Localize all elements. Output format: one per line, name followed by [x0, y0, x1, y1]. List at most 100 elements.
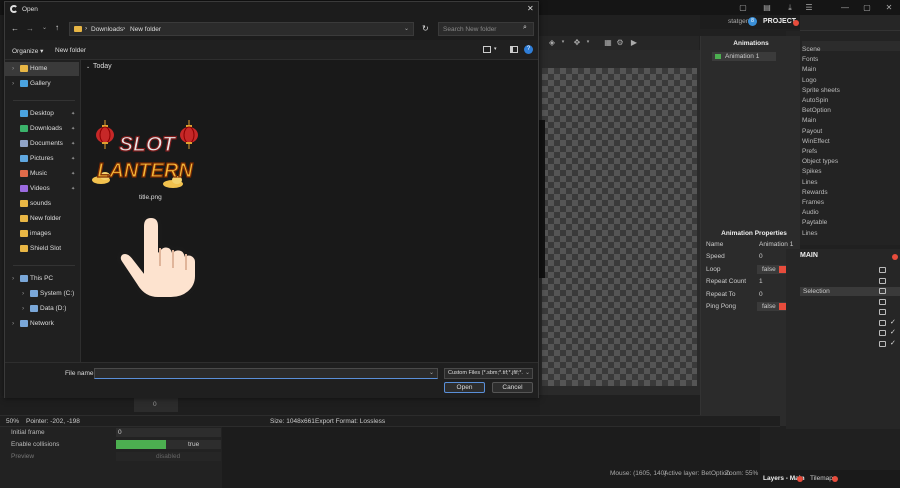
up-icon[interactable]: ↑ [55, 23, 59, 32]
object-property-field[interactable]: disabled [116, 452, 221, 461]
layer-lock-icon[interactable] [879, 288, 886, 294]
layer-lock-icon[interactable] [879, 267, 886, 273]
property-value[interactable]: false [762, 303, 776, 310]
nav-item-system-c[interactable]: › System (C:) [5, 287, 79, 301]
object-property-field[interactable]: true [116, 440, 221, 449]
project-close-dot[interactable] [793, 20, 799, 26]
organize-button[interactable]: Organize ▾ [12, 47, 43, 55]
project-item[interactable]: Payout [802, 128, 822, 135]
project-item[interactable]: Audio [802, 209, 819, 216]
download-icon[interactable]: ⤓ [785, 3, 795, 12]
layer-visible-check-icon[interactable]: ✓ [890, 318, 896, 326]
nav-item-music[interactable]: Music ✦ [5, 167, 79, 181]
minimize-icon[interactable]: — [840, 3, 850, 12]
nav-item-images[interactable]: images [5, 227, 79, 241]
pin-icon[interactable]: ✦ [71, 182, 75, 196]
layer-lock-icon[interactable] [879, 309, 886, 315]
property-value[interactable]: Animation 1 [759, 241, 793, 248]
dialog-close-icon[interactable]: ✕ [527, 4, 534, 13]
property-value[interactable]: 0 [759, 291, 763, 298]
breadcrumb[interactable]: › Downloads › New folder ⌄ [69, 22, 414, 36]
maximize-icon[interactable]: ▢ [862, 3, 872, 12]
layer-visible-check-icon[interactable]: ✓ [890, 328, 896, 336]
nav-item-pictures[interactable]: Pictures ✦ [5, 152, 79, 166]
group-collapse-icon[interactable]: ⌄ [86, 64, 90, 70]
file-name-dropdown-icon[interactable]: ⌄ [429, 369, 434, 376]
pin-icon[interactable]: ✦ [71, 167, 75, 181]
layer-lock-icon[interactable] [879, 298, 886, 305]
object-property-field[interactable]: 0 [116, 428, 221, 437]
settings-icon[interactable]: ⚙ [615, 38, 625, 47]
nav-item-this-pc[interactable]: › This PC [5, 272, 79, 286]
nav-item-desktop[interactable]: Desktop ✦ [5, 107, 79, 121]
nav-item-new-folder[interactable]: New folder [5, 212, 79, 226]
project-item[interactable]: Sprite sheets [802, 87, 840, 94]
project-item[interactable]: Logo [802, 77, 816, 84]
file-name[interactable]: title.png [139, 194, 162, 201]
forward-icon[interactable]: → [26, 24, 34, 33]
property-value[interactable]: false [762, 266, 776, 273]
nav-item-downloads[interactable]: Downloads ✦ [5, 122, 79, 136]
view-icon[interactable] [483, 46, 491, 53]
pin-icon[interactable]: ✦ [71, 122, 75, 136]
layer-visible-check-icon[interactable]: ✓ [890, 339, 896, 347]
file-type-dropdown-icon[interactable]: ⌄ [525, 369, 530, 376]
layer-lock-icon[interactable] [879, 330, 886, 336]
project-tab[interactable]: PROJECT [763, 18, 796, 25]
nav-item-videos[interactable]: Videos ✦ [5, 182, 79, 196]
lock-icon[interactable]: ▢ [738, 3, 748, 12]
project-item[interactable]: WinEffect [802, 138, 830, 145]
nav-item-network[interactable]: › Network [5, 317, 79, 331]
small-value-box[interactable]: 0 [134, 398, 178, 412]
project-item[interactable]: Main [802, 117, 816, 124]
project-item[interactable]: Object types [802, 158, 838, 165]
property-value[interactable]: 0 [759, 253, 763, 260]
nav-item-documents[interactable]: Documents ✦ [5, 137, 79, 151]
chevron-down-icon[interactable]: ▾ [558, 38, 568, 47]
nav-expand-icon[interactable]: › [12, 317, 14, 331]
project-item[interactable]: Rewards [802, 189, 828, 196]
nav-expand-icon[interactable]: › [12, 62, 14, 76]
project-item[interactable]: AutoSpin [802, 97, 828, 104]
nav-expand-icon[interactable]: › [22, 302, 24, 316]
project-item[interactable]: Fonts [802, 56, 818, 63]
layer-lock-icon[interactable] [879, 277, 886, 284]
chevron-down-icon[interactable]: ⌄ [42, 24, 47, 31]
tab-layers-dot[interactable] [797, 476, 803, 482]
tab-tilemap-dot[interactable] [832, 476, 838, 482]
layer-lock-icon[interactable] [879, 340, 886, 347]
breadcrumb-downloads[interactable]: Downloads [91, 26, 123, 33]
nav-expand-icon[interactable]: › [12, 272, 14, 286]
project-item[interactable]: Prefs [802, 148, 817, 155]
layers-icon[interactable]: ◈ [547, 38, 557, 47]
layers-close-dot[interactable] [892, 254, 898, 260]
project-item[interactable]: Paytable [802, 219, 827, 226]
refresh-icon[interactable]: ↻ [422, 24, 429, 33]
nav-expand-icon[interactable]: › [22, 287, 24, 301]
project-item[interactable]: BetOption [802, 107, 831, 114]
project-item[interactable]: Scene [802, 46, 820, 53]
file-name-input[interactable]: ⌄ [94, 368, 438, 379]
open-button[interactable]: Open [444, 382, 485, 393]
view-dropdown-icon[interactable]: ▾ [494, 46, 497, 52]
nav-item-home[interactable]: › Home [5, 62, 79, 76]
search-input[interactable]: Search New folder ⌕ [438, 22, 534, 36]
frame-canvas[interactable] [542, 68, 697, 386]
nav-item-sounds[interactable]: sounds [5, 197, 79, 211]
project-item[interactable]: Frames [802, 199, 824, 206]
nav-item-gallery[interactable]: › Gallery [5, 77, 79, 91]
breadcrumb-new-folder[interactable]: New folder [130, 26, 161, 33]
close-icon[interactable]: ✕ [884, 3, 894, 12]
project-item[interactable]: Spikes [802, 168, 822, 175]
breadcrumb-dropdown-icon[interactable]: ⌄ [404, 25, 409, 32]
cancel-button[interactable]: Cancel [492, 382, 533, 393]
menu-icon[interactable]: ☰ [804, 3, 814, 12]
grid-icon[interactable]: ▦ [603, 38, 613, 47]
pin-icon[interactable]: ✦ [71, 137, 75, 151]
help-icon[interactable]: ? [524, 45, 533, 54]
nav-item-data-d[interactable]: › Data (D:) [5, 302, 79, 316]
tab-tilemap[interactable]: Tilemap [810, 475, 833, 482]
nav-item-shield-slot[interactable]: Shield Slot [5, 242, 79, 256]
animation-list-item[interactable]: Animation 1 [712, 52, 776, 61]
chevron-down-icon-2[interactable]: ▾ [583, 38, 593, 47]
